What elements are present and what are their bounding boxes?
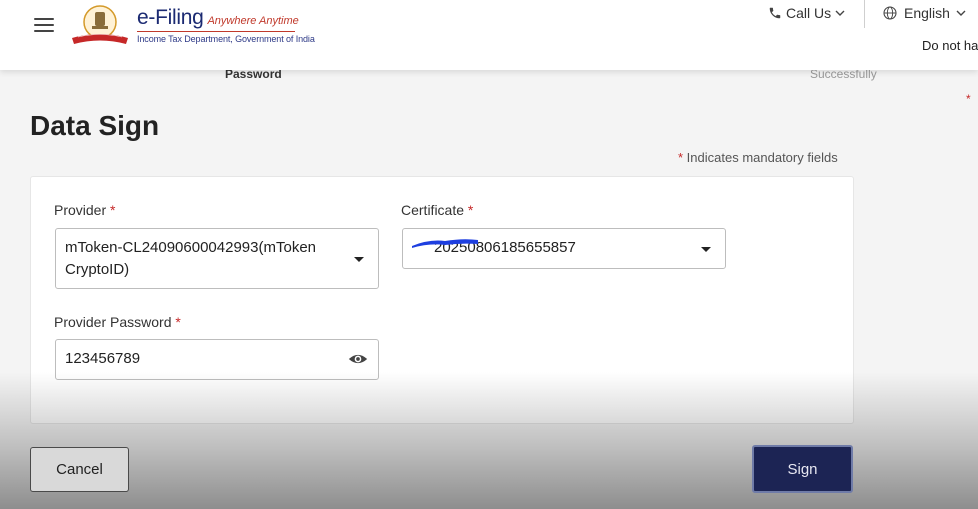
language-label: English	[904, 5, 950, 21]
header-notice: Do not ha	[922, 38, 978, 53]
provider-password-value: 123456789	[65, 350, 141, 367]
required-asterisk: *	[110, 202, 116, 218]
phone-icon	[769, 7, 781, 19]
emblem-logo	[72, 5, 128, 44]
dropdown-arrow-icon	[701, 247, 711, 252]
provider-select[interactable]: mToken-CL24090600042993(mToken CryptoID)	[55, 228, 379, 289]
required-asterisk: *	[467, 202, 474, 218]
data-sign-form: Provider * mToken-CL24090600042993(mToke…	[30, 176, 854, 424]
call-us-menu[interactable]: Call Us	[768, 5, 845, 21]
required-asterisk: *	[175, 314, 181, 330]
hamburger-icon[interactable]	[34, 18, 54, 34]
brand-block: e-Filing Anywhere Anytime Income Tax Depa…	[137, 6, 315, 44]
provider-label-text: Provider	[54, 202, 107, 218]
globe-icon	[883, 6, 897, 20]
mandatory-note: * Indicates mandatory fields	[678, 150, 838, 165]
certificate-label: Certificate *	[401, 202, 473, 218]
certificate-select[interactable]: 20250806185655857	[402, 228, 726, 269]
brand-subtitle: Income Tax Department, Government of Ind…	[137, 34, 315, 44]
chevron-down-icon	[835, 10, 845, 16]
provider-password-label: Provider Password *	[54, 314, 181, 330]
redaction-scribble	[412, 239, 478, 248]
required-asterisk-edge: *	[966, 92, 971, 106]
header-divider	[864, 0, 865, 28]
mandatory-note-text: Indicates mandatory fields	[683, 150, 838, 165]
provider-password-label-text: Provider Password	[54, 314, 172, 330]
brand-name: e-Filing	[137, 6, 204, 29]
provider-value: mToken-CL24090600042993(mToken CryptoID)	[65, 239, 317, 278]
cancel-button[interactable]: Cancel	[30, 447, 129, 492]
provider-label: Provider *	[54, 202, 115, 218]
dropdown-arrow-icon	[354, 257, 364, 262]
eye-icon[interactable]	[348, 352, 368, 366]
sign-button[interactable]: Sign	[752, 445, 853, 493]
chevron-down-icon	[956, 10, 966, 16]
call-us-label: Call Us	[786, 5, 832, 21]
brand-tagline: Anywhere Anytime	[207, 15, 299, 27]
certificate-label-text: Certificate	[401, 202, 465, 218]
site-header: e-Filing Anywhere Anytime Income Tax Depa…	[0, 0, 978, 70]
brand-divider	[137, 31, 295, 32]
page-title: Data Sign	[30, 110, 160, 141]
provider-password-input[interactable]: 123456789	[55, 339, 379, 380]
language-selector[interactable]: English	[882, 5, 966, 21]
